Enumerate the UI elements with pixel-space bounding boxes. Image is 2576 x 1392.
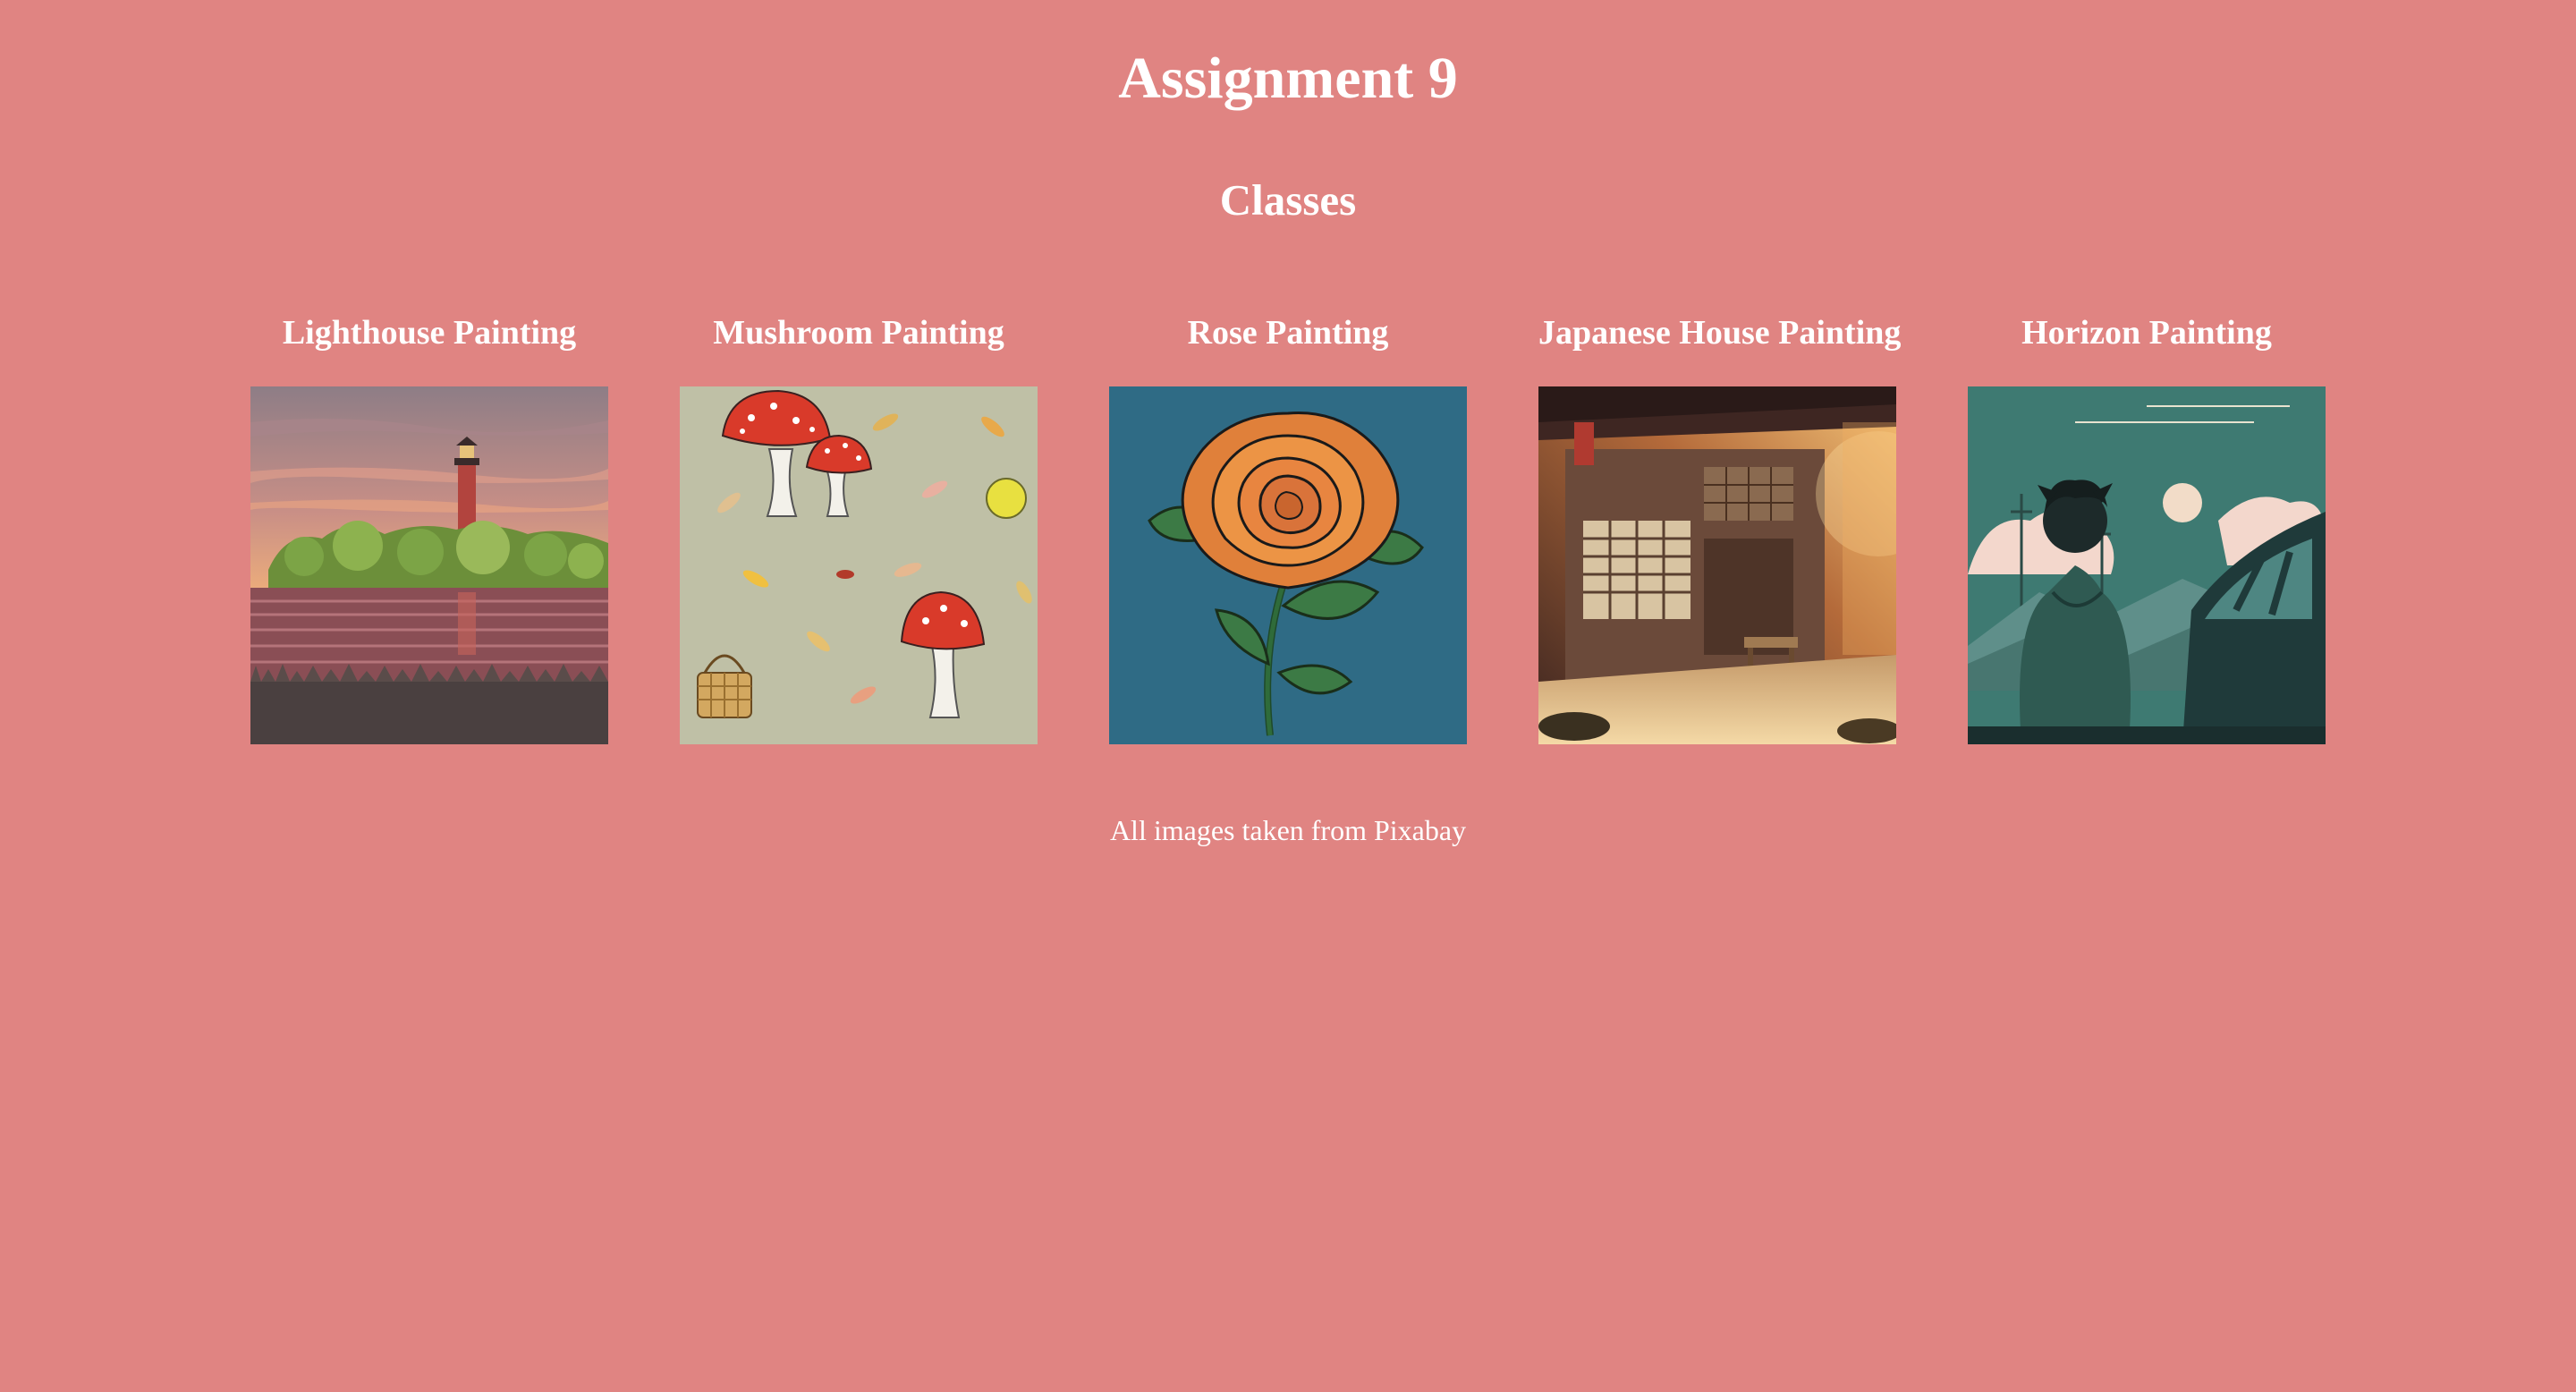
rose-painting-image: [1109, 386, 1467, 744]
class-title-mushroom: Mushroom Painting: [713, 314, 1004, 352]
class-title-horizon: Horizon Painting: [2021, 314, 2272, 352]
section-title-classes: Classes: [1219, 175, 1357, 225]
mushroom-painting-image: [680, 386, 1038, 744]
class-card-mushroom: Mushroom Painting: [680, 304, 1038, 744]
lighthouse-painting-image: [250, 386, 608, 744]
class-title-japanese-house: Japanese House Painting: [1538, 314, 1902, 352]
horizon-painting-image: [1968, 386, 2326, 744]
class-card-japanese-house: Japanese House Painting: [1538, 304, 1902, 744]
class-title-lighthouse: Lighthouse Painting: [282, 314, 577, 352]
image-credits: All images taken from Pixabay: [1109, 814, 1467, 846]
class-card-rose: Rose Painting: [1109, 304, 1467, 744]
page-title: Assignment 9: [1118, 46, 1458, 111]
class-card-lighthouse: Lighthouse Painting: [250, 304, 608, 744]
japanese-house-painting-image: [1538, 386, 1896, 744]
class-card-horizon: Horizon Painting: [1968, 304, 2326, 744]
class-title-rose: Rose Painting: [1187, 314, 1389, 352]
